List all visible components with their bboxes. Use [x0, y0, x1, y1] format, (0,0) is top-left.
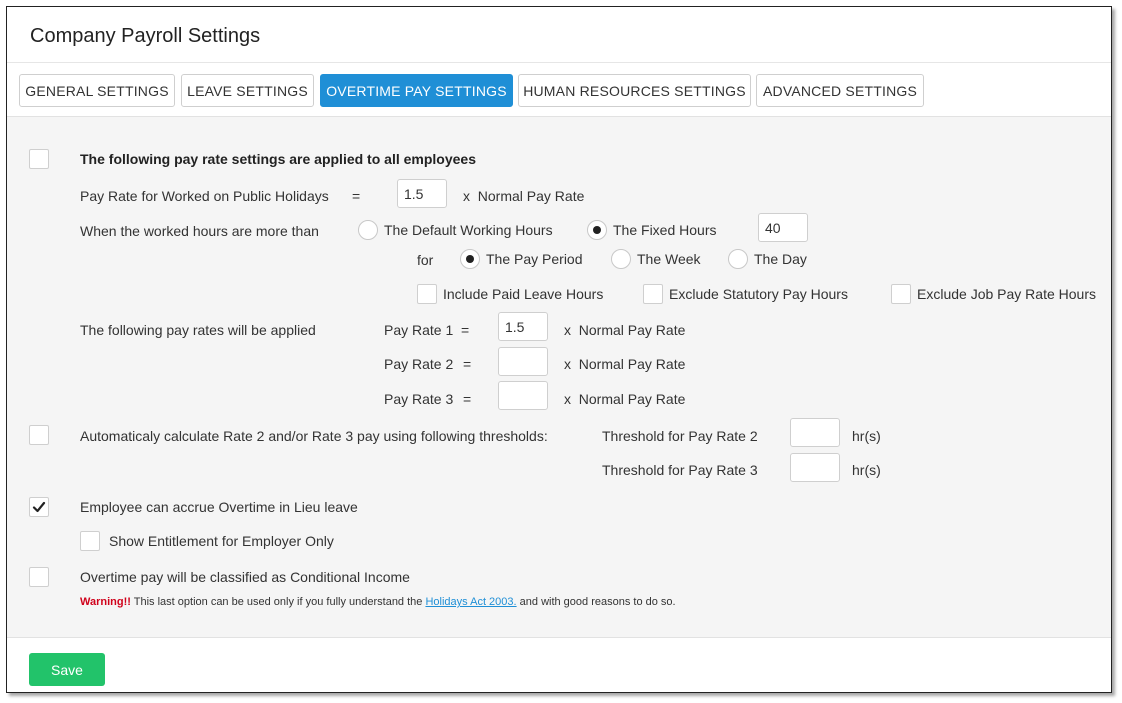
day-radio[interactable] [728, 249, 748, 269]
pay-rate-3-suffix: x Normal Pay Rate [564, 391, 686, 407]
holidays-act-link[interactable]: Holidays Act 2003. [425, 596, 516, 608]
pay-rate-3-input[interactable] [498, 381, 548, 410]
tab-human-resources-settings[interactable]: HUMAN RESOURCES SETTINGS [518, 74, 751, 107]
default-working-hours-radio[interactable] [358, 220, 378, 240]
pay-rate-1-input[interactable] [498, 312, 548, 341]
week-label: The Week [637, 251, 701, 267]
worked-hours-label: When the worked hours are more than [80, 223, 319, 239]
pay-period-label: The Pay Period [486, 251, 583, 267]
pay-rates-label: The following pay rates will be applied [80, 322, 316, 338]
lieu-checkbox[interactable] [29, 497, 49, 517]
fixed-hours-input[interactable] [758, 213, 808, 242]
exclude-statutory-checkbox[interactable] [643, 284, 663, 304]
threshold-3-input[interactable] [790, 453, 840, 482]
checkmark-icon [32, 501, 46, 513]
threshold-3-unit: hr(s) [852, 462, 881, 478]
pay-rate-2-suffix: x Normal Pay Rate [564, 356, 686, 372]
apply-all-checkbox[interactable] [29, 149, 49, 169]
warning-text: This last option can be used only if you… [133, 596, 423, 608]
pay-rate-1-label: Pay Rate 1 [384, 322, 454, 338]
show-entitlement-checkbox[interactable] [80, 531, 100, 551]
public-holiday-equals: = [352, 188, 361, 204]
public-holiday-suffix: x Normal Pay Rate [463, 188, 585, 204]
title-bar: Company Payroll Settings [7, 7, 1111, 63]
pay-rate-3-equals: = [463, 391, 472, 407]
include-paid-leave-label: Include Paid Leave Hours [443, 286, 604, 302]
warning-prefix: Warning!! [80, 596, 131, 608]
pay-rate-2-label: Pay Rate 2 [384, 356, 454, 372]
exclude-job-rate-label: Exclude Job Pay Rate Hours [917, 286, 1096, 302]
auto-calc-checkbox[interactable] [29, 425, 49, 445]
show-entitlement-label: Show Entitlement for Employer Only [109, 533, 334, 549]
pay-rate-1-suffix: x Normal Pay Rate [564, 322, 686, 338]
conditional-income-checkbox[interactable] [29, 567, 49, 587]
week-radio[interactable] [611, 249, 631, 269]
tab-leave-settings[interactable]: LEAVE SETTINGS [181, 74, 314, 107]
threshold-2-unit: hr(s) [852, 428, 881, 444]
threshold-3-label: Threshold for Pay Rate 3 [602, 462, 758, 478]
for-label: for [417, 252, 434, 268]
conditional-income-label: Overtime pay will be classified as Condi… [80, 569, 410, 585]
fixed-hours-label: The Fixed Hours [613, 222, 717, 238]
default-working-hours-label: The Default Working Hours [384, 222, 553, 238]
public-holiday-rate-input[interactable] [397, 179, 447, 208]
lieu-label: Employee can accrue Overtime in Lieu lea… [80, 499, 358, 515]
tab-advanced-settings[interactable]: ADVANCED SETTINGS [756, 74, 924, 107]
apply-all-label: The following pay rate settings are appl… [80, 151, 476, 167]
pay-rate-3-label: Pay Rate 3 [384, 391, 454, 407]
threshold-2-input[interactable] [790, 418, 840, 447]
include-paid-leave-checkbox[interactable] [417, 284, 437, 304]
tab-general-settings[interactable]: GENERAL SETTINGS [19, 74, 175, 107]
tab-overtime-pay-settings[interactable]: OVERTIME PAY SETTINGS [320, 74, 513, 107]
pay-rate-2-input[interactable] [498, 347, 548, 376]
exclude-statutory-label: Exclude Statutory Pay Hours [669, 286, 848, 302]
pay-rate-2-equals: = [463, 356, 472, 372]
warning-suffix: and with good reasons to do so. [519, 596, 676, 608]
payroll-settings-window: Company Payroll Settings GENERAL SETTING… [6, 6, 1112, 693]
pay-period-radio[interactable] [460, 249, 480, 269]
threshold-2-label: Threshold for Pay Rate 2 [602, 428, 758, 444]
warning-note: Warning!! This last option can be used o… [80, 596, 676, 608]
page-title: Company Payroll Settings [30, 25, 261, 47]
day-label: The Day [754, 251, 807, 267]
public-holiday-label: Pay Rate for Worked on Public Holidays [80, 188, 329, 204]
exclude-job-rate-checkbox[interactable] [891, 284, 911, 304]
auto-calc-label: Automaticaly calculate Rate 2 and/or Rat… [80, 428, 548, 444]
pay-rate-1-equals: = [461, 322, 470, 338]
fixed-hours-radio[interactable] [587, 220, 607, 240]
save-button[interactable]: Save [29, 653, 105, 686]
